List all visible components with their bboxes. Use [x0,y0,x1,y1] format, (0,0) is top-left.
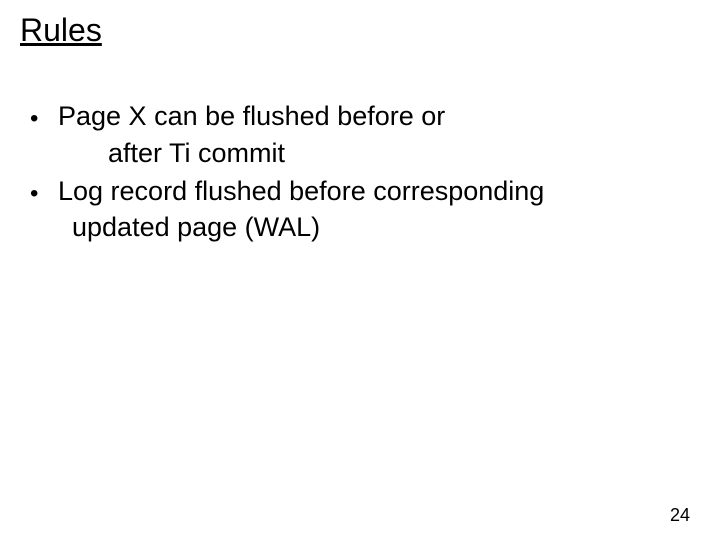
bullet-icon [30,175,58,210]
bullet-text: Page X can be flushed before or [58,100,670,135]
bullet-item: Page X can be flushed before or [30,100,670,135]
slide: Rules Page X can be flushed before or af… [0,0,720,540]
slide-title: Rules [20,12,102,49]
bullet-item: Log record flushed before corresponding [30,175,670,210]
bullet-continuation: after Ti commit [108,137,670,171]
bullet-text: Log record flushed before corresponding [58,175,670,210]
page-number: 24 [670,505,690,526]
bullet-icon [30,100,58,135]
slide-body: Page X can be flushed before or after Ti… [30,100,670,249]
bullet-continuation: updated page (WAL) [72,211,670,245]
